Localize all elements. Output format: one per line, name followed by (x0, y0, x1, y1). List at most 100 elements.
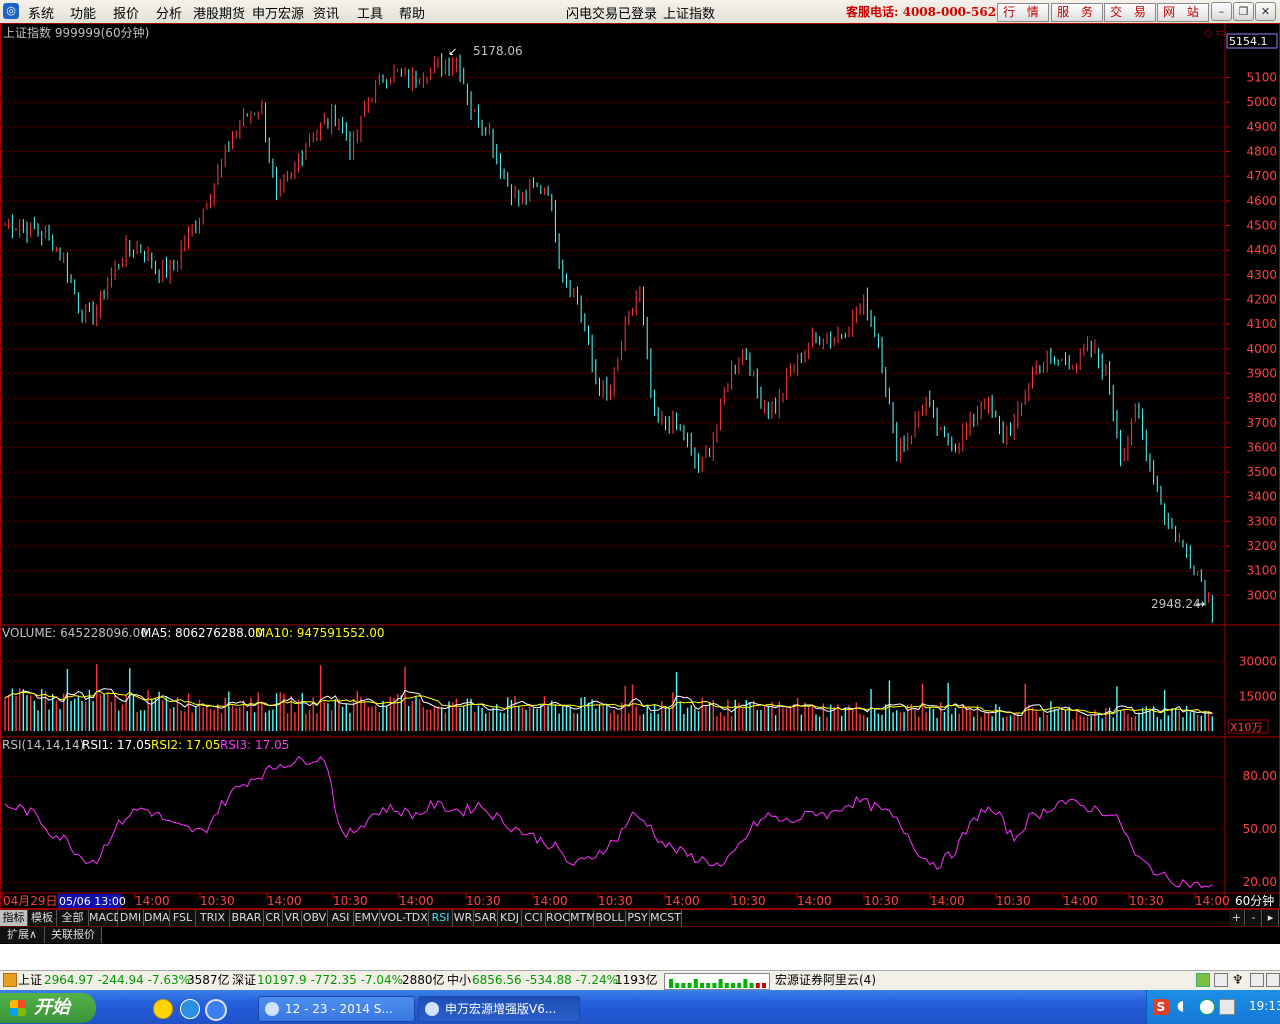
calc-icon[interactable] (1214, 973, 1228, 987)
sh-name[interactable]: 上证 (18, 971, 42, 990)
volume-ma-lines (4, 688, 1213, 716)
service-button[interactable]: 服 务 (1051, 3, 1103, 22)
period-label: 60分钟 (1235, 893, 1274, 908)
connect-icon[interactable] (1196, 973, 1210, 987)
tab-cr[interactable]: CR (264, 910, 283, 926)
browser-icon (265, 1002, 279, 1016)
app-icon[interactable]: ◎ (3, 3, 19, 19)
tab-indicator[interactable]: 指标 (0, 910, 28, 926)
sogou-icon[interactable]: S (1153, 999, 1169, 1015)
quicklaunch-icon-3[interactable] (205, 999, 227, 1021)
price-axis-label: 3300 (1246, 514, 1277, 528)
tab-asi[interactable]: ASI (328, 910, 354, 926)
quicklaunch-ie-icon[interactable] (180, 999, 200, 1019)
tab-brar[interactable]: BRAR (230, 910, 264, 926)
rsi2-label: RSI2: 17.05 (151, 738, 220, 752)
price-axis-label: 4300 (1246, 268, 1277, 282)
signal-icon[interactable]: ♆ (1232, 971, 1244, 990)
window-icon[interactable] (1250, 973, 1264, 987)
tab-roc[interactable]: ROC (546, 910, 570, 926)
menu-function[interactable]: 功能 (70, 3, 96, 22)
network-icon[interactable] (1219, 999, 1235, 1015)
price-axis-label: 4500 (1246, 219, 1277, 233)
menu-hk-futures[interactable]: 港股期货 (193, 3, 245, 22)
tab-fsl[interactable]: FSL (170, 910, 196, 926)
tab-expand[interactable]: 扩展∧ (0, 927, 45, 943)
clock: 19:13 (1249, 999, 1280, 1013)
zoom-out-button[interactable]: - (1246, 910, 1262, 926)
breadth-bar (706, 983, 711, 988)
volume-bars (4, 664, 1214, 731)
sz-value: 10197.9 -772.35 -7.04% (257, 973, 404, 987)
tab-psy[interactable]: PSY (626, 910, 650, 926)
tab-voltdx[interactable]: VOL-TDX (380, 910, 429, 926)
zx-name[interactable]: 中小 (447, 971, 471, 990)
tab-mtm[interactable]: MTM (570, 910, 596, 926)
sz-name[interactable]: 深证 (232, 971, 256, 990)
chart-title: 上证指数 999999(60分钟) (3, 25, 149, 40)
zoom-in-button[interactable]: + (1229, 910, 1245, 926)
tab-trix[interactable]: TRIX (196, 910, 230, 926)
index-icon (3, 973, 17, 987)
minimize-icon[interactable]: – (1211, 2, 1232, 21)
time-axis-label: 14:00 (1195, 894, 1230, 908)
menu-system[interactable]: 系统 (28, 3, 54, 22)
market-button[interactable]: 行 情 (997, 3, 1049, 22)
tab-wr[interactable]: WR (453, 910, 474, 926)
close-icon[interactable]: ✕ (1255, 2, 1276, 21)
tab-boll[interactable]: BOLL (594, 910, 626, 926)
tab-all[interactable]: 全部 (57, 910, 89, 926)
tab-mcst[interactable]: MCST (650, 910, 682, 926)
broker-server[interactable]: 宏源证券阿里云(4) (775, 971, 876, 990)
system-tray: S ◖ 19:13 (1146, 990, 1280, 1024)
trade-button[interactable]: 交 易 (1104, 3, 1156, 22)
breadth-bar (675, 983, 680, 988)
website-button[interactable]: 网 站 (1157, 3, 1209, 22)
tab-macd[interactable]: MACD (89, 910, 122, 926)
task-swhy[interactable]: 申万宏源增强版V6... (418, 996, 580, 1022)
task-swhy-label: 申万宏源增强版V6... (445, 1002, 557, 1016)
tab-rsi[interactable]: RSI (429, 910, 453, 926)
tab-cci[interactable]: CCI (522, 910, 546, 926)
time-axis-label: 10:30 (200, 894, 235, 908)
volume-icon[interactable]: ◖ (1177, 998, 1184, 1014)
tab-obv[interactable]: OBV (302, 910, 328, 926)
cursor-time-label: 05/06 13:00 (59, 895, 126, 908)
time-axis-label: 14:00 (665, 894, 700, 908)
volume-label: VOLUME: 645228096.00 (2, 626, 148, 640)
security-icon[interactable] (1199, 999, 1215, 1015)
scroll-right-icon[interactable]: ▸ (1263, 910, 1279, 926)
restore-icon[interactable]: ❐ (1233, 2, 1254, 21)
zx-amount: 1193亿 (615, 973, 658, 987)
menu-analysis[interactable]: 分析 (156, 3, 182, 22)
tab-emv[interactable]: EMV (354, 910, 380, 926)
candlestick-series (4, 52, 1213, 623)
chart-area[interactable]: 5100 5000 4900 4800 4700 4600 4500 4400 4300 4200… (0, 23, 1280, 909)
rsi1-label: RSI1: 17.05 (82, 738, 151, 752)
menu-help[interactable]: 帮助 (399, 3, 425, 22)
price-axis-label: 3600 (1246, 440, 1277, 454)
menu-news[interactable]: 资讯 (313, 3, 339, 22)
price-axis-label: 3100 (1246, 564, 1277, 578)
tab-template[interactable]: 模板 (28, 910, 57, 926)
rsi3-label: RSI3: 17.05 (220, 738, 289, 752)
current-index-title: 上证指数 (663, 7, 716, 22)
price-axis-label: 4700 (1246, 169, 1277, 183)
tab-dma[interactable]: DMA (144, 910, 170, 926)
tab-vr[interactable]: VR (283, 910, 302, 926)
list-icon[interactable] (1266, 973, 1280, 987)
menu-swhy[interactable]: 申万宏源 (252, 3, 304, 22)
task-browser[interactable]: 12 - 23 - 2014 S... (258, 996, 415, 1022)
start-label: 开始 (34, 997, 70, 1018)
tab-related-quote[interactable]: 关联报价 (45, 927, 102, 943)
breadth-bar (755, 983, 760, 988)
high-price-label: 5178.06 (473, 44, 523, 58)
breadth-bar (724, 983, 729, 988)
menu-tools[interactable]: 工具 (357, 3, 383, 22)
tab-dmi[interactable]: DMI (118, 910, 144, 926)
tab-sar[interactable]: SAR (474, 910, 498, 926)
tab-kdj[interactable]: KDJ (498, 910, 522, 926)
quicklaunch-icon-1[interactable] (153, 999, 173, 1019)
menu-quote[interactable]: 报价 (113, 3, 139, 22)
start-button[interactable]: 开始 (0, 993, 96, 1023)
